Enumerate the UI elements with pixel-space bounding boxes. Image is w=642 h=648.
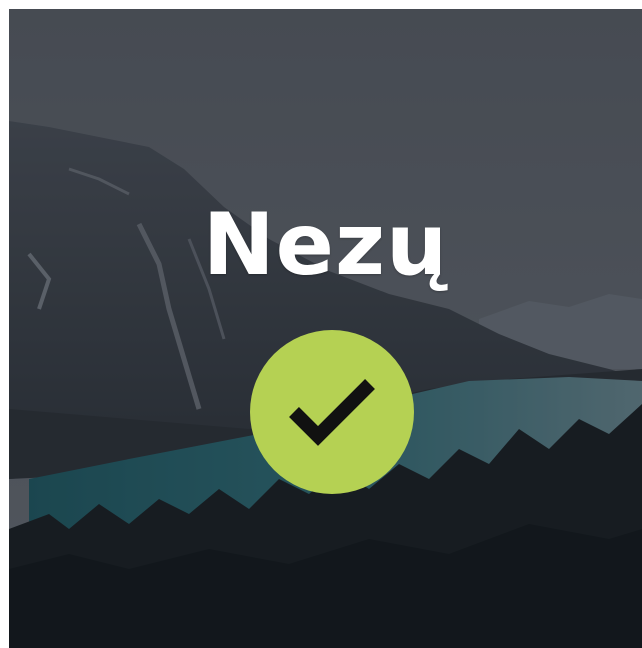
page-title: Nezų [202,195,449,295]
mountain-lake-background [9,9,642,648]
confirm-button[interactable] [250,330,414,494]
checkmark-icon [289,379,375,446]
background-card: Nezų [9,9,642,648]
